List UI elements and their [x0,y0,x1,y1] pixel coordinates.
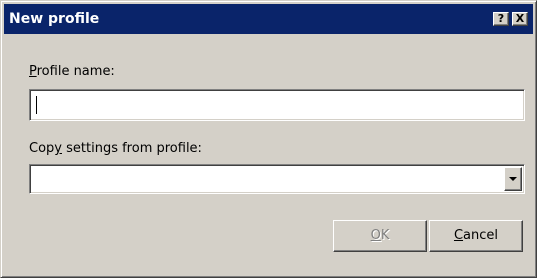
title-bar[interactable]: New profile ? X [4,4,533,34]
dialog-title: New profile [9,11,100,27]
chevron-down-icon [509,177,517,181]
close-icon: X [515,12,525,25]
copy-settings-label: Copy settings from profile: [29,141,202,156]
ok-button[interactable]: OK [333,220,427,252]
close-button[interactable]: X [512,12,528,26]
dropdown-button[interactable] [504,167,522,191]
new-profile-dialog: New profile ? X Profile name: Copy setti… [0,0,537,278]
help-button[interactable]: ? [493,12,509,26]
copy-settings-dropdown[interactable] [29,164,525,194]
profile-name-label: Profile name: [29,64,115,79]
cancel-button[interactable]: Cancel [429,220,523,252]
profile-name-input[interactable] [29,89,525,121]
help-icon: ? [497,12,505,25]
text-caret [36,96,37,114]
